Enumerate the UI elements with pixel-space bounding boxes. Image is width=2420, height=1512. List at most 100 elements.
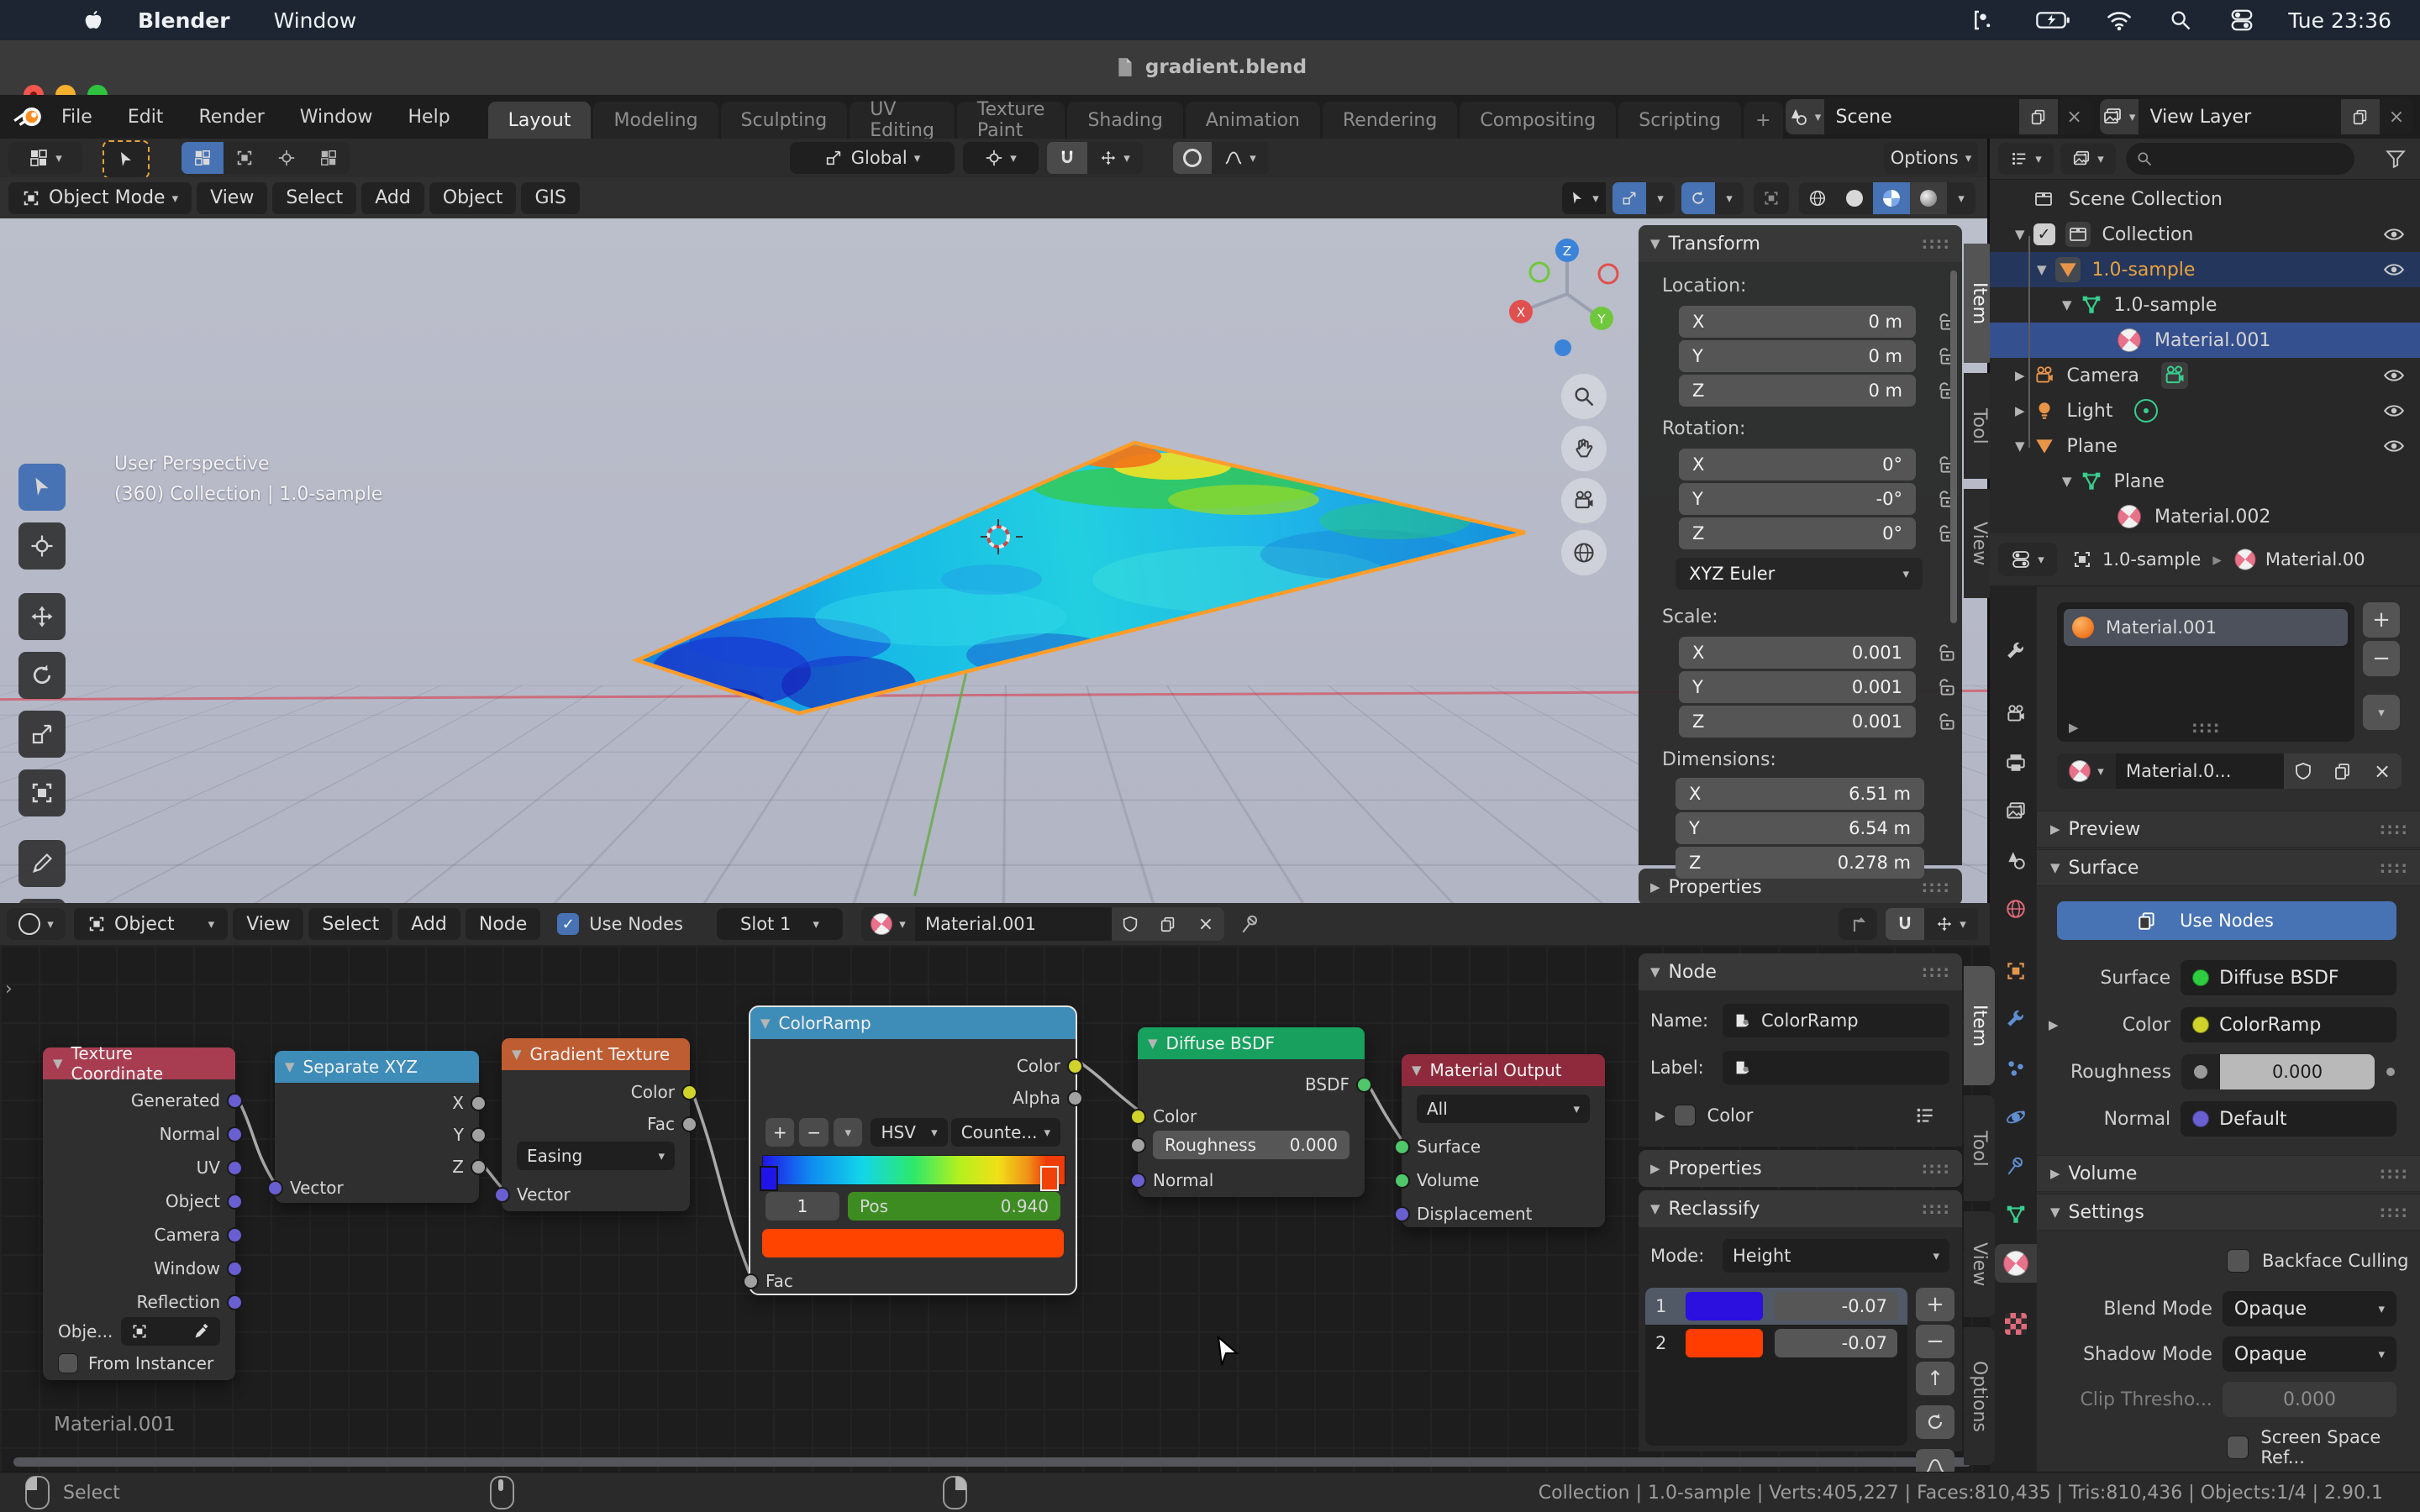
outliner-display-mode-button[interactable]: ▾ — [2060, 143, 2116, 175]
socket-fac-out[interactable] — [681, 1116, 697, 1132]
select-mode-box[interactable] — [224, 142, 266, 174]
workspace-tab-shading[interactable]: Shading — [1067, 102, 1182, 139]
eyedropper-icon[interactable] — [193, 1323, 210, 1340]
reclassify-mode-dropdown[interactable]: Height▾ — [1723, 1239, 1949, 1273]
transform-panel-header[interactable]: ▼Transform:::: — [1639, 225, 1962, 262]
tab-particles-icon[interactable] — [1995, 1049, 2037, 1088]
outliner-search[interactable] — [2126, 143, 2354, 175]
apple-menu-icon[interactable] — [81, 8, 106, 33]
socket-roughness-in[interactable] — [1130, 1137, 1146, 1153]
shadow-mode-dropdown[interactable]: Opaque▾ — [2223, 1336, 2396, 1372]
ramp-stop-0[interactable] — [760, 1166, 778, 1191]
fake-user-button[interactable] — [2284, 753, 2323, 789]
snap-toggle[interactable] — [1047, 142, 1087, 174]
socket-y[interactable] — [471, 1127, 487, 1143]
outliner-row-scene-collection[interactable]: Scene Collection — [1990, 181, 2420, 217]
lock-icon[interactable] — [1936, 711, 1958, 732]
shader-tab-options[interactable]: Options — [1964, 1327, 1995, 1465]
menu-edit[interactable]: Edit — [110, 107, 182, 128]
shader-hscrollbar[interactable] — [13, 1457, 1971, 1467]
colorramp-gradient[interactable] — [762, 1155, 1065, 1185]
socket-volume-in[interactable] — [1394, 1173, 1410, 1189]
shader-tab-view[interactable]: View — [1964, 1211, 1995, 1317]
object-mode-dropdown[interactable]: Object Mode▾ — [8, 182, 192, 214]
reclassify-panel-header[interactable]: ▼Reclassify:::: — [1639, 1190, 1962, 1227]
pan-button[interactable] — [1561, 426, 1607, 471]
volume-panel-header[interactable]: ▶Volume:::: — [2037, 1155, 2420, 1192]
stop-position-slider[interactable]: Pos0.940 — [848, 1192, 1060, 1221]
material-name-field[interactable]: Material.0... — [2116, 753, 2284, 789]
node-separate-xyz[interactable]: ▼Separate XYZ X Y Z Vector — [275, 1051, 479, 1203]
node-material-output[interactable]: ▼Material Output All▾ Surface Volume Dis… — [1402, 1054, 1605, 1227]
roughness-slider[interactable]: 0.000 — [2181, 1054, 2375, 1089]
tool-cursor[interactable] — [18, 522, 66, 570]
reclassify-color-1[interactable] — [1686, 1292, 1763, 1320]
color-mode-dropdown[interactable]: HSV▾ — [871, 1118, 947, 1147]
socket-vector-in[interactable] — [494, 1187, 510, 1203]
scene-unlink-button[interactable]: × — [2058, 99, 2091, 134]
proportional-falloff-dropdown[interactable]: ▾ — [1212, 142, 1269, 174]
snap-target-dropdown[interactable]: ▾ — [1087, 142, 1143, 174]
select-mode-circle[interactable] — [266, 142, 308, 174]
new-material-button[interactable] — [2323, 753, 2363, 789]
eye-icon[interactable] — [2383, 365, 2405, 386]
workspace-tab-sculpting[interactable]: Sculpting — [721, 102, 848, 139]
ssr-row[interactable]: Screen Space Ref... — [2227, 1427, 2420, 1467]
reclassify-remove-button[interactable]: − — [1916, 1325, 1954, 1358]
viewport-menu-add[interactable]: Add — [361, 182, 424, 214]
node-panel-header[interactable]: ▼Node:::: — [1639, 953, 1962, 990]
tab-physics-icon[interactable] — [1995, 1098, 2037, 1137]
shader-tab-tool[interactable]: Tool — [1964, 1095, 1995, 1201]
shader-material-browse[interactable]: ▾ — [861, 907, 915, 941]
dimension-y-field[interactable]: Y6.54 m — [1676, 812, 1924, 844]
eye-icon[interactable] — [2383, 435, 2405, 457]
node-color-row[interactable]: ▶Color — [1655, 1105, 1949, 1126]
remove-slot-button[interactable]: − — [2363, 641, 2400, 676]
shading-material-button[interactable] — [1873, 182, 1910, 214]
options-dropdown[interactable]: Options▾ — [1884, 142, 1978, 174]
tab-object-icon[interactable] — [1995, 952, 2037, 990]
dimension-x-field[interactable]: X6.51 m — [1676, 778, 1924, 810]
socket-object[interactable] — [227, 1194, 243, 1210]
pivot-point-dropdown[interactable]: ▾ — [963, 142, 1039, 174]
location-x-field[interactable]: 0 m — [1704, 312, 1902, 332]
xray-toggle[interactable] — [1754, 182, 1789, 214]
breadcrumb-material[interactable]: Material.00 — [2265, 549, 2365, 570]
stop-index-field[interactable]: 1 — [765, 1192, 839, 1221]
breadcrumb-object[interactable]: 1.0-sample — [2102, 549, 2201, 570]
roughness-value-slider[interactable]: Roughness0.000 — [1153, 1131, 1349, 1159]
camera-view-button[interactable] — [1561, 478, 1607, 523]
scale-z-field[interactable]: 0.001 — [1704, 711, 1902, 732]
tab-view-layer-icon[interactable] — [1995, 792, 2037, 831]
viewport-menu-select[interactable]: Select — [272, 182, 356, 214]
rotation-z-field[interactable]: 0° — [1704, 523, 1902, 543]
socket-color-out[interactable] — [681, 1084, 697, 1100]
socket-window[interactable] — [227, 1261, 243, 1277]
overlays-toggle[interactable] — [1681, 182, 1715, 214]
add-stop-button[interactable]: + — [765, 1118, 794, 1147]
tool-rotate[interactable] — [18, 652, 66, 699]
tool-scale[interactable] — [18, 711, 66, 758]
socket-camera[interactable] — [227, 1227, 243, 1243]
rotation-x-field[interactable]: 0° — [1704, 454, 1902, 475]
menubar-clock[interactable]: Tue 23:36 — [2288, 8, 2391, 33]
add-workspace-button[interactable]: + — [1744, 102, 1782, 139]
add-slot-button[interactable]: + — [2363, 602, 2400, 638]
shader-snap-dropdown[interactable]: ▾ — [1924, 908, 1978, 940]
from-instancer-checkbox[interactable] — [58, 1353, 78, 1373]
tab-texture-icon[interactable] — [1995, 1305, 2037, 1343]
socket-bsdf-out[interactable] — [1356, 1077, 1372, 1093]
object-picker-field[interactable] — [121, 1317, 220, 1346]
light-data-icon[interactable] — [2134, 399, 2158, 423]
scene-copy-button[interactable] — [2019, 99, 2058, 134]
app-menu-window[interactable]: Window — [274, 8, 357, 33]
scene-name[interactable]: Scene — [1824, 107, 2019, 128]
battery-icon[interactable] — [2036, 11, 2070, 29]
material-browse-button[interactable]: ▾ — [2057, 753, 2116, 789]
shader-menu-node[interactable]: Node — [466, 908, 540, 940]
view-layer-copy-button[interactable] — [2341, 99, 2380, 134]
scale-x-field[interactable]: 0.001 — [1704, 643, 1902, 663]
reclassify-refresh-button[interactable] — [1916, 1405, 1954, 1439]
parent-node-tree-button[interactable] — [1839, 908, 1877, 940]
rotation-y-field[interactable]: -0° — [1703, 489, 1902, 509]
